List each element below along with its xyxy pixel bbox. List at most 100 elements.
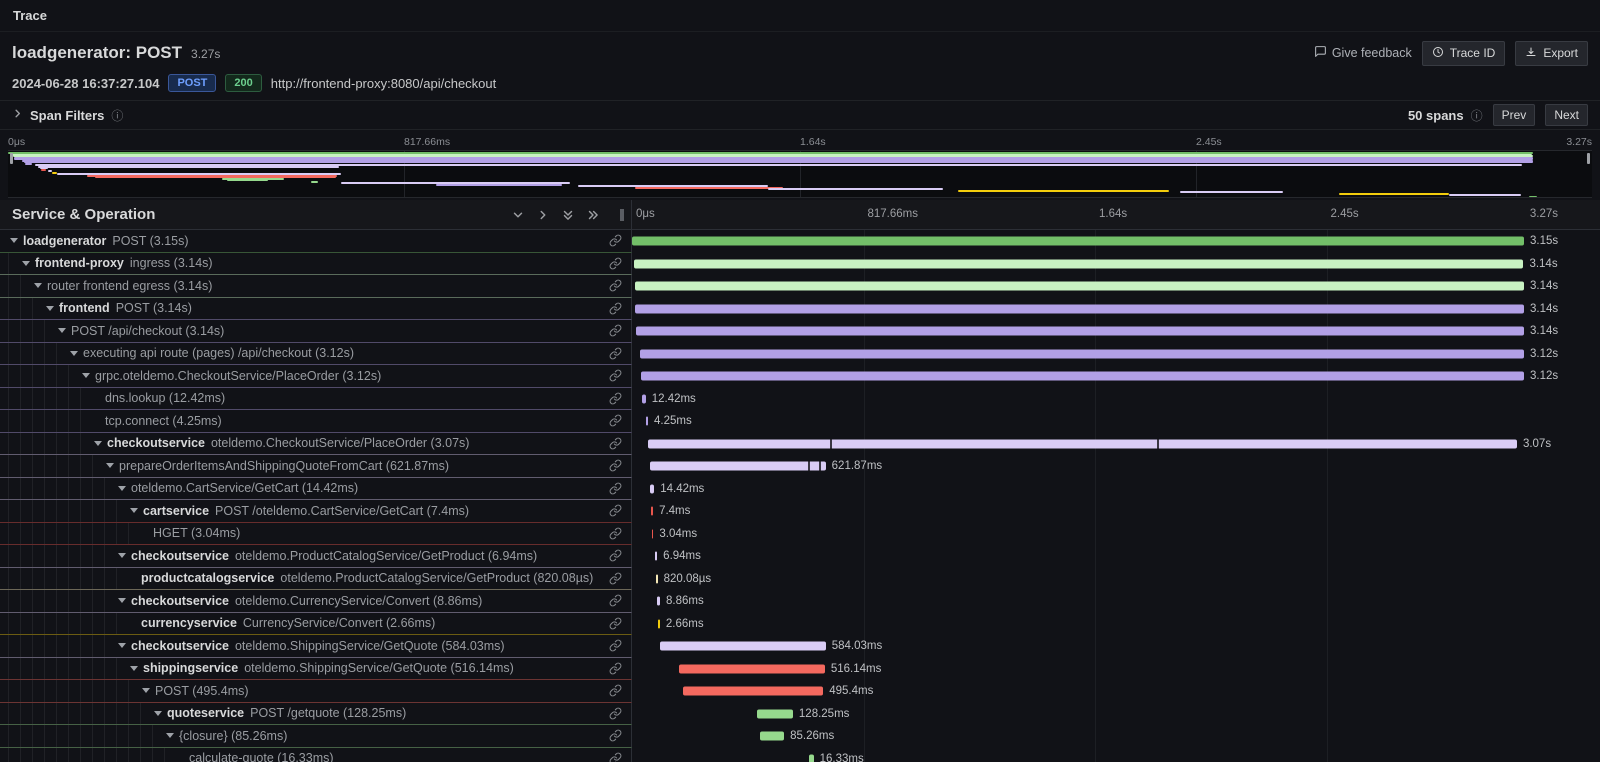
span-link-icon[interactable] [603, 414, 631, 427]
collapse-caret-icon[interactable] [106, 463, 114, 468]
span-link-icon[interactable] [603, 482, 631, 495]
span-timeline-cell[interactable]: 3.14s [632, 298, 1558, 321]
span-bar[interactable] [641, 372, 1524, 381]
span-bar[interactable] [660, 642, 825, 651]
span-link-icon[interactable] [603, 324, 631, 337]
span-link-icon[interactable] [603, 549, 631, 562]
span-name-cell[interactable]: HGET (3.04ms) [0, 523, 632, 546]
collapse-caret-icon[interactable] [166, 733, 174, 738]
span-link-icon[interactable] [603, 639, 631, 652]
span-name-cell[interactable]: {closure} (85.26ms) [0, 725, 632, 748]
collapse-caret-icon[interactable] [70, 351, 78, 356]
span-link-icon[interactable] [603, 257, 631, 270]
collapse-caret-icon[interactable] [154, 711, 162, 716]
span-link-icon[interactable] [603, 752, 631, 762]
span-name-cell[interactable]: tcp.connect (4.25ms) [0, 410, 632, 433]
span-link-icon[interactable] [603, 279, 631, 292]
collapse-caret-icon[interactable] [34, 283, 42, 288]
span-name-cell[interactable]: quoteservicePOST /getquote (128.25ms) [0, 703, 632, 726]
prev-button[interactable]: Prev [1493, 104, 1536, 126]
collapse-caret-icon[interactable] [130, 508, 138, 513]
double-chevron-right-icon[interactable] [586, 208, 600, 222]
span-name-cell[interactable]: checkoutserviceoteldemo.ProductCatalogSe… [0, 545, 632, 568]
span-link-icon[interactable] [603, 392, 631, 405]
span-bar[interactable] [650, 462, 826, 471]
span-name-cell[interactable]: checkoutserviceoteldemo.ShippingService/… [0, 635, 632, 658]
span-timeline-cell[interactable]: 3.07s [632, 433, 1558, 456]
span-timeline-cell[interactable]: 3.14s [632, 275, 1558, 298]
span-name-cell[interactable]: grpc.oteldemo.CheckoutService/PlaceOrder… [0, 365, 632, 388]
span-link-icon[interactable] [603, 459, 631, 472]
span-name-cell[interactable]: loadgeneratorPOST (3.15s) [0, 230, 632, 253]
column-resize-grip[interactable] [620, 209, 624, 221]
span-name-cell[interactable]: frontendPOST (3.14s) [0, 298, 632, 321]
chevron-down-icon[interactable] [511, 208, 525, 222]
collapse-caret-icon[interactable] [82, 373, 90, 378]
span-name-cell[interactable]: POST /api/checkout (3.14s) [0, 320, 632, 343]
span-timeline-cell[interactable]: 8.86ms [632, 590, 1558, 613]
span-timeline-cell[interactable]: 3.14s [632, 320, 1558, 343]
minimap-canvas[interactable] [8, 150, 1592, 198]
next-button[interactable]: Next [1545, 104, 1588, 126]
span-bar[interactable] [636, 327, 1524, 336]
span-filters-toggle[interactable]: Span Filters ⓘ [12, 106, 123, 124]
collapse-caret-icon[interactable] [118, 643, 126, 648]
span-link-icon[interactable] [603, 369, 631, 382]
span-link-icon[interactable] [603, 617, 631, 630]
span-bar[interactable] [679, 664, 825, 673]
span-name-cell[interactable]: checkoutserviceoteldemo.CurrencyService/… [0, 590, 632, 613]
span-timeline-cell[interactable]: 3.12s [632, 365, 1558, 388]
collapse-caret-icon[interactable] [118, 486, 126, 491]
span-timeline-cell[interactable]: 7.4ms [632, 500, 1558, 523]
span-timeline-cell[interactable]: 820.08µs [632, 568, 1558, 591]
span-name-cell[interactable]: executing api route (pages) /api/checkou… [0, 343, 632, 366]
span-name-cell[interactable]: frontend-proxyingress (3.14s) [0, 253, 632, 276]
span-bar[interactable] [635, 282, 1524, 291]
collapse-caret-icon[interactable] [46, 306, 54, 311]
span-timeline-cell[interactable]: 3.15s [632, 230, 1558, 253]
chevron-right-icon[interactable] [536, 208, 550, 222]
span-bar[interactable] [757, 709, 793, 718]
span-link-icon[interactable] [603, 234, 631, 247]
span-name-cell[interactable]: POST (495.4ms) [0, 680, 632, 703]
span-timeline-cell[interactable]: 16.33ms [632, 748, 1558, 762]
minimap-viewport-handle-left[interactable] [10, 153, 13, 164]
collapse-caret-icon[interactable] [118, 553, 126, 558]
span-name-cell[interactable]: currencyserviceCurrencyService/Convert (… [0, 613, 632, 636]
collapse-caret-icon[interactable] [22, 261, 30, 266]
span-name-cell[interactable]: dns.lookup (12.42ms) [0, 388, 632, 411]
span-bar[interactable] [648, 439, 1517, 448]
collapse-caret-icon[interactable] [142, 688, 150, 693]
span-link-icon[interactable] [603, 684, 631, 697]
span-name-cell[interactable]: cartservicePOST /oteldemo.CartService/Ge… [0, 500, 632, 523]
span-link-icon[interactable] [603, 527, 631, 540]
span-timeline-cell[interactable]: 4.25ms [632, 410, 1558, 433]
span-timeline-cell[interactable]: 6.94ms [632, 545, 1558, 568]
collapse-caret-icon[interactable] [10, 238, 18, 243]
span-name-cell[interactable]: shippingserviceoteldemo.ShippingService/… [0, 658, 632, 681]
trace-id-button[interactable]: Trace ID [1422, 41, 1506, 66]
span-link-icon[interactable] [603, 707, 631, 720]
span-link-icon[interactable] [603, 572, 631, 585]
span-link-icon[interactable] [603, 437, 631, 450]
span-timeline-cell[interactable]: 2.66ms [632, 613, 1558, 636]
span-link-icon[interactable] [603, 347, 631, 360]
span-link-icon[interactable] [603, 504, 631, 517]
span-timeline-cell[interactable]: 516.14ms [632, 658, 1558, 681]
span-link-icon[interactable] [603, 729, 631, 742]
span-link-icon[interactable] [603, 594, 631, 607]
span-name-cell[interactable]: checkoutserviceoteldemo.CheckoutService/… [0, 433, 632, 456]
span-bar[interactable] [640, 349, 1524, 358]
span-timeline-cell[interactable]: 584.03ms [632, 635, 1558, 658]
span-link-icon[interactable] [603, 302, 631, 315]
collapse-caret-icon[interactable] [58, 328, 66, 333]
span-bar[interactable] [634, 259, 1523, 268]
span-link-icon[interactable] [603, 662, 631, 675]
span-timeline-cell[interactable]: 85.26ms [632, 725, 1558, 748]
span-timeline-cell[interactable]: 3.12s [632, 343, 1558, 366]
span-bar[interactable] [760, 732, 784, 741]
span-timeline-cell[interactable]: 128.25ms [632, 703, 1558, 726]
collapse-caret-icon[interactable] [130, 666, 138, 671]
span-name-cell[interactable]: prepareOrderItemsAndShippingQuoteFromCar… [0, 455, 632, 478]
minimap-viewport-handle-right[interactable] [1587, 153, 1590, 164]
